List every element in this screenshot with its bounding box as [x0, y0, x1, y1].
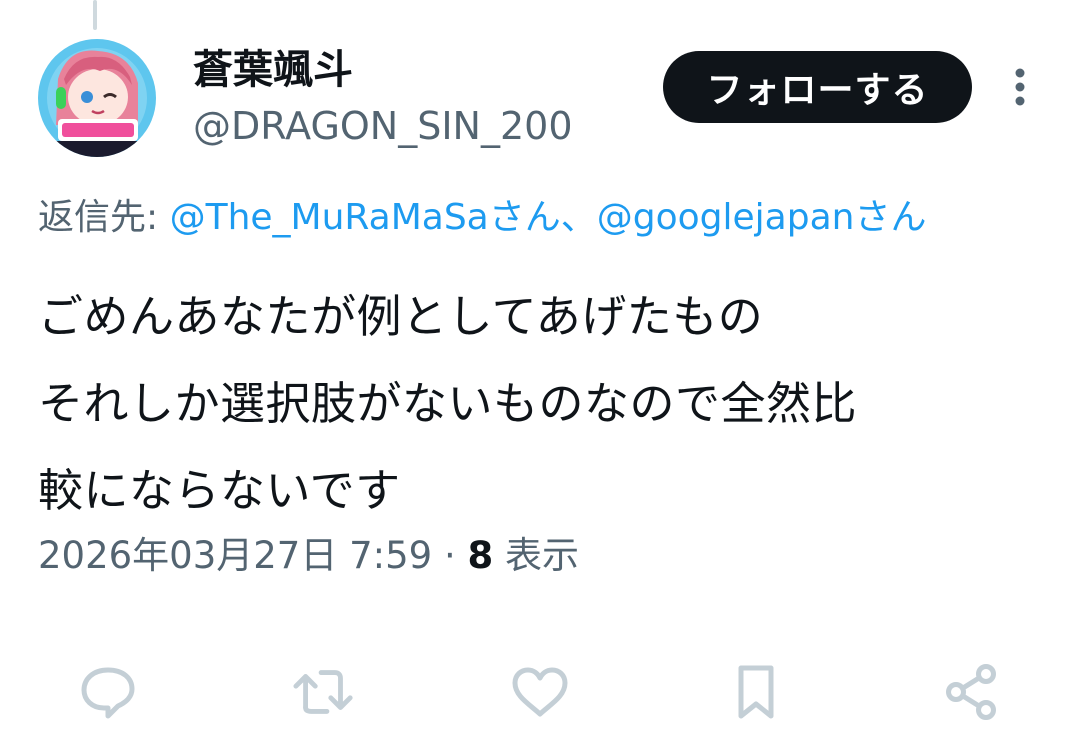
bookmark-button[interactable]: [724, 660, 788, 724]
meta-dot-separator: ·: [443, 534, 456, 577]
views-label: 表示: [505, 534, 579, 577]
tweet-text-line: 較にならないです: [38, 464, 401, 517]
thread-connector-line: [93, 0, 97, 30]
tweet-timestamp[interactable]: 2026年03月27日 7:59: [38, 534, 432, 577]
reply-to-label: 返信先:: [38, 197, 159, 238]
retweet-button[interactable]: [292, 660, 356, 724]
share-icon: [946, 664, 996, 720]
mention-link-muramasa[interactable]: @The_MuRaMaSaさん: [170, 197, 561, 238]
retweet-icon: [293, 670, 353, 714]
share-button[interactable]: [940, 660, 1004, 724]
like-button[interactable]: [508, 660, 572, 724]
more-options-button[interactable]: [1000, 62, 1040, 112]
follow-button[interactable]: フォローする: [663, 51, 972, 123]
like-icon: [512, 667, 568, 717]
views-count: 8: [467, 534, 494, 577]
user-handle[interactable]: @DRAGON_SIN_200: [193, 101, 573, 151]
tweet-text: ごめんあなたが例としてあげたもの それしか選択肢がないものなので全然比 較になら…: [38, 273, 1048, 534]
more-vertical-icon: [1015, 68, 1025, 106]
tweet-actions-bar: [0, 660, 1080, 724]
avatar[interactable]: [38, 39, 156, 157]
reply-to-line: 返信先: @The_MuRaMaSaさん、@googlejapanさん: [38, 191, 926, 245]
tweet-text-line: ごめんあなたが例としてあげたもの: [38, 290, 764, 343]
anime-character-avatar-icon: [38, 39, 156, 157]
mention-separator: 、: [560, 197, 597, 238]
bookmark-icon: [738, 665, 774, 719]
reply-button[interactable]: [76, 660, 140, 724]
tweet-meta: 2026年03月27日 7:59 · 8 表示: [38, 528, 579, 584]
reply-icon: [81, 667, 135, 719]
mention-link-googlejapan[interactable]: @googlejapanさん: [597, 197, 927, 238]
display-name[interactable]: 蒼葉颯斗: [193, 44, 353, 96]
tweet-text-line: それしか選択肢がないものなので全然比: [38, 377, 858, 430]
